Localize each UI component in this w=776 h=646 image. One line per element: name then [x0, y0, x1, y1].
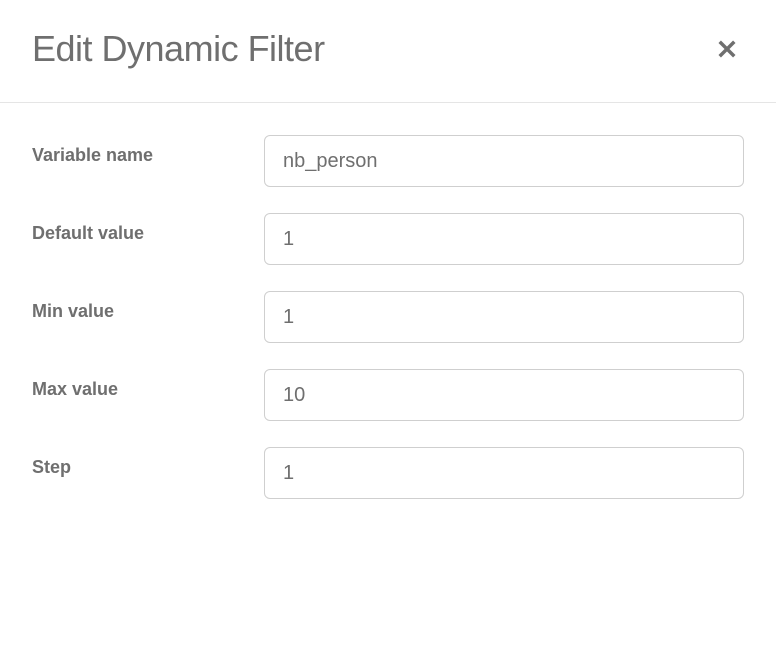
min-value-row: Min value — [32, 291, 744, 343]
default-value-row: Default value — [32, 213, 744, 265]
dialog-header: Edit Dynamic Filter — [0, 0, 776, 103]
max-value-input[interactable] — [264, 369, 744, 421]
step-label: Step — [32, 447, 264, 478]
min-value-label: Min value — [32, 291, 264, 322]
step-row: Step — [32, 447, 744, 499]
max-value-label: Max value — [32, 369, 264, 400]
variable-name-label: Variable name — [32, 135, 264, 166]
edit-dynamic-filter-dialog: Edit Dynamic Filter Variable name Defaul… — [0, 0, 776, 557]
default-value-input[interactable] — [264, 213, 744, 265]
close-button[interactable] — [710, 32, 744, 66]
close-icon — [714, 36, 740, 62]
dialog-body: Variable name Default value Min value Ma… — [0, 103, 776, 557]
max-value-row: Max value — [32, 369, 744, 421]
step-input[interactable] — [264, 447, 744, 499]
dialog-title: Edit Dynamic Filter — [32, 28, 325, 70]
min-value-input[interactable] — [264, 291, 744, 343]
variable-name-row: Variable name — [32, 135, 744, 187]
default-value-label: Default value — [32, 213, 264, 244]
variable-name-input[interactable] — [264, 135, 744, 187]
